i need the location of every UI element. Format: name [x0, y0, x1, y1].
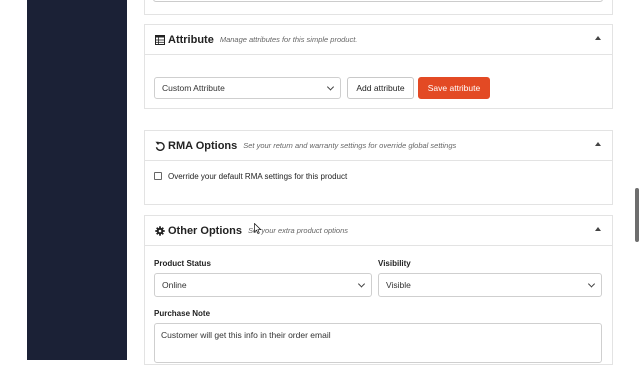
scrollbar[interactable]: [633, 0, 640, 360]
chevron-down-icon: [357, 280, 366, 288]
attribute-title: Attribute: [168, 33, 214, 46]
save-attribute-button[interactable]: Save attribute: [418, 77, 490, 99]
rma-card-header[interactable]: RMA Options Set your return and warranty…: [145, 131, 612, 161]
attribute-select-value: Custom Attribute: [162, 83, 225, 93]
collapse-icon[interactable]: [595, 142, 601, 146]
previous-input[interactable]: [153, 0, 603, 2]
chevron-down-icon: [587, 280, 596, 288]
visibility-value: Visible: [386, 280, 411, 290]
previous-card: [144, 0, 613, 15]
undo-icon: [155, 141, 165, 151]
product-status-value: Online: [162, 280, 187, 290]
scrollbar-thumb[interactable]: [635, 188, 639, 242]
other-options-title: Other Options: [168, 224, 242, 237]
visibility-label: Visibility: [378, 259, 411, 268]
override-rma-label: Override your default RMA settings for t…: [168, 172, 348, 181]
override-rma-checkbox[interactable]: [154, 172, 162, 180]
chevron-down-icon: [326, 83, 335, 91]
table-icon: [155, 34, 165, 45]
gear-icon: [155, 225, 165, 236]
product-status-select[interactable]: Online: [154, 273, 372, 297]
rma-description: Set your return and warranty settings fo…: [243, 141, 457, 150]
purchase-note-textarea[interactable]: Customer will get this info in their ord…: [154, 323, 602, 363]
product-status-label: Product Status: [154, 259, 211, 268]
visibility-select[interactable]: Visible: [378, 273, 602, 297]
attribute-card-header[interactable]: Attribute Manage attributes for this sim…: [145, 25, 612, 55]
purchase-note-label: Purchase Note: [154, 309, 211, 318]
attribute-select[interactable]: Custom Attribute: [154, 77, 341, 99]
mouse-pointer-icon: [254, 223, 262, 234]
rma-card: RMA Options Set your return and warranty…: [144, 130, 613, 205]
sidebar: [27, 0, 127, 360]
other-options-description: Set your extra product options: [247, 226, 349, 235]
rma-title: RMA Options: [168, 139, 238, 152]
left-margin: [0, 0, 27, 360]
collapse-icon[interactable]: [595, 36, 601, 40]
other-options-card-header[interactable]: Other Options Set your extra product opt…: [145, 216, 612, 246]
collapse-icon[interactable]: [595, 227, 601, 231]
add-attribute-button[interactable]: Add attribute: [347, 77, 414, 99]
attribute-description: Manage attributes for this simple produc…: [219, 35, 358, 44]
